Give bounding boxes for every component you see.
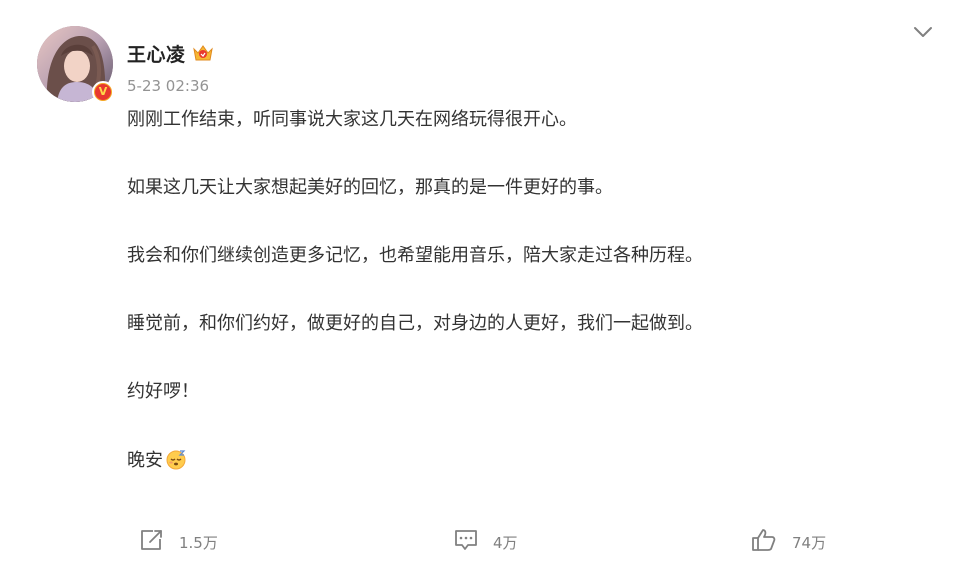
action-bar: 1.5万 4万 74万 <box>0 520 960 560</box>
crown-vip-icon[interactable] <box>192 43 214 63</box>
chevron-down-icon[interactable] <box>913 24 933 40</box>
sleepy-face-emoji-icon <box>165 448 187 477</box>
post-timestamp[interactable]: 5-23 02:36 <box>127 77 209 95</box>
verified-badge-icon: V <box>92 81 114 103</box>
comment-count: 4万 <box>493 533 518 552</box>
thumbs-up-icon <box>751 528 777 556</box>
author-row: 王心凌 <box>127 40 214 66</box>
avatar-container[interactable]: V <box>37 26 114 103</box>
post-paragraph: 晚安 <box>127 450 163 471</box>
author-name[interactable]: 王心凌 <box>127 40 186 67</box>
post-paragraph: 如果这几天让大家想起美好的回忆，那真的是一件更好的事。 <box>127 177 613 198</box>
post-paragraph-last: 晚安 <box>127 448 927 472</box>
repost-count: 1.5万 <box>179 533 218 552</box>
post-text: 刚刚工作结束，听同事说大家这几天在网络玩得很开心。 如果这几天让大家想起美好的回… <box>127 108 927 472</box>
post-paragraph: 约好啰！ <box>127 381 199 402</box>
repost-button[interactable]: 1.5万 <box>138 528 218 556</box>
post-paragraph: 我会和你们继续创造更多记忆，也希望能用音乐，陪大家走过各种历程。 <box>127 245 703 266</box>
repost-icon <box>138 528 164 556</box>
like-button[interactable]: 74万 <box>751 528 826 556</box>
comment-button[interactable]: 4万 <box>454 528 518 556</box>
post-paragraph: 刚刚工作结束，听同事说大家这几天在网络玩得很开心。 <box>127 109 577 130</box>
like-count: 74万 <box>792 533 827 552</box>
weibo-post-card: V 王心凌 5-23 02:36 刚刚工作结束，听同事说大家这几天在网络玩得很开… <box>0 0 960 568</box>
post-paragraph: 睡觉前，和你们约好，做更好的自己，对身边的人更好，我们一起做到。 <box>127 313 703 334</box>
comment-icon <box>454 528 478 556</box>
